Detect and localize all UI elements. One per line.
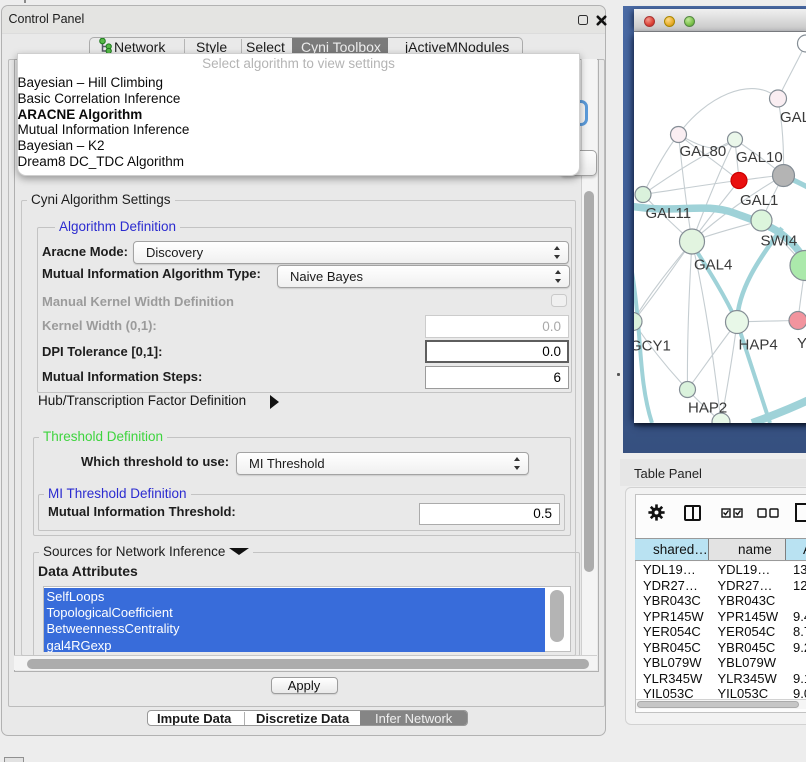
svg-text:GAL80: GAL80 <box>680 143 727 160</box>
svg-text:GAL7: GAL7 <box>780 109 806 126</box>
svg-text:HAP2: HAP2 <box>688 400 727 417</box>
svg-text:GAL10: GAL10 <box>736 149 783 166</box>
svg-text:GCY1: GCY1 <box>634 338 671 355</box>
svg-text:GAL11: GAL11 <box>646 205 692 222</box>
svg-text:HAP4: HAP4 <box>739 337 778 354</box>
svg-text:SWI4: SWI4 <box>761 233 798 250</box>
svg-text:GAL1: GAL1 <box>740 192 778 209</box>
svg-text:Y: Y <box>797 335 806 352</box>
svg-text:GAL4: GAL4 <box>694 257 732 274</box>
